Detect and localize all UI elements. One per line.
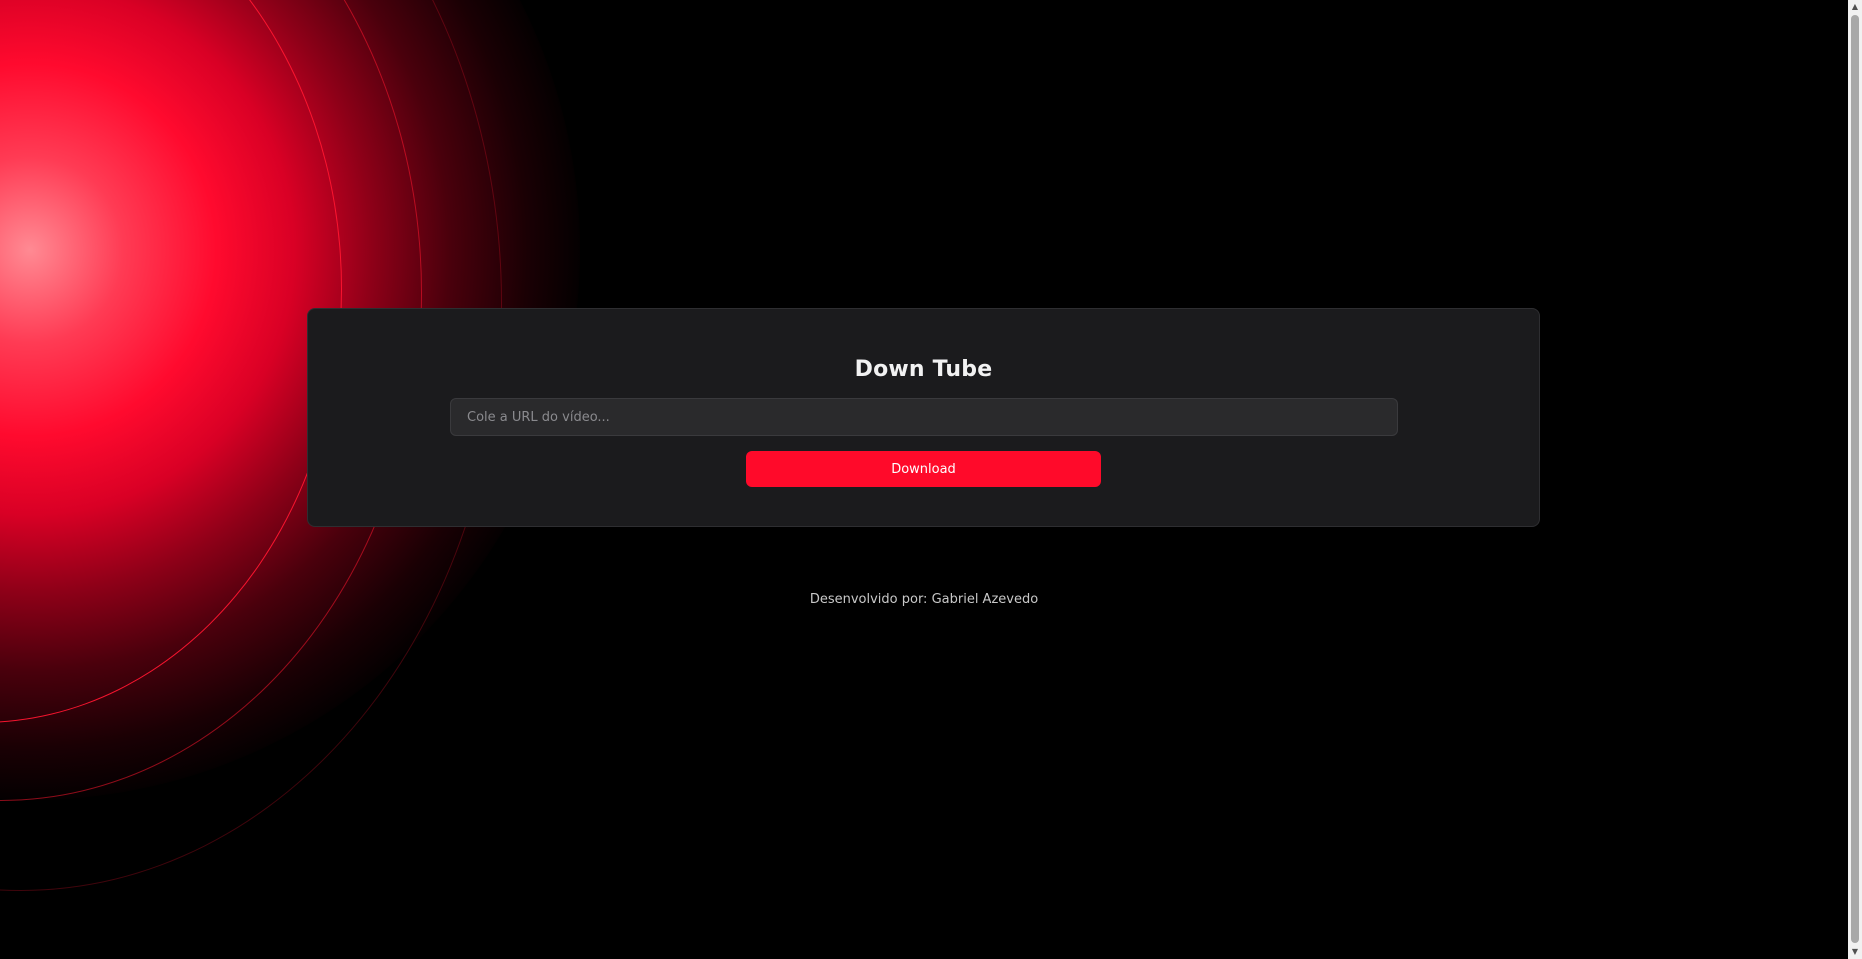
footer-credit: Desenvolvido por: Gabriel Azevedo [809, 592, 1039, 607]
scrollbar-thumb[interactable] [1851, 15, 1859, 943]
download-button[interactable]: Download [746, 451, 1101, 487]
url-input[interactable] [450, 398, 1398, 436]
vertical-scrollbar[interactable]: ▲ ▼ [1848, 0, 1862, 959]
page: Down Tube Download Desenvolvido por: Gab… [0, 0, 1862, 959]
scroll-down-icon[interactable]: ▼ [1848, 945, 1862, 959]
download-card: Down Tube Download [307, 308, 1540, 527]
page-title: Down Tube [854, 357, 993, 382]
scroll-up-icon[interactable]: ▲ [1848, 0, 1862, 14]
